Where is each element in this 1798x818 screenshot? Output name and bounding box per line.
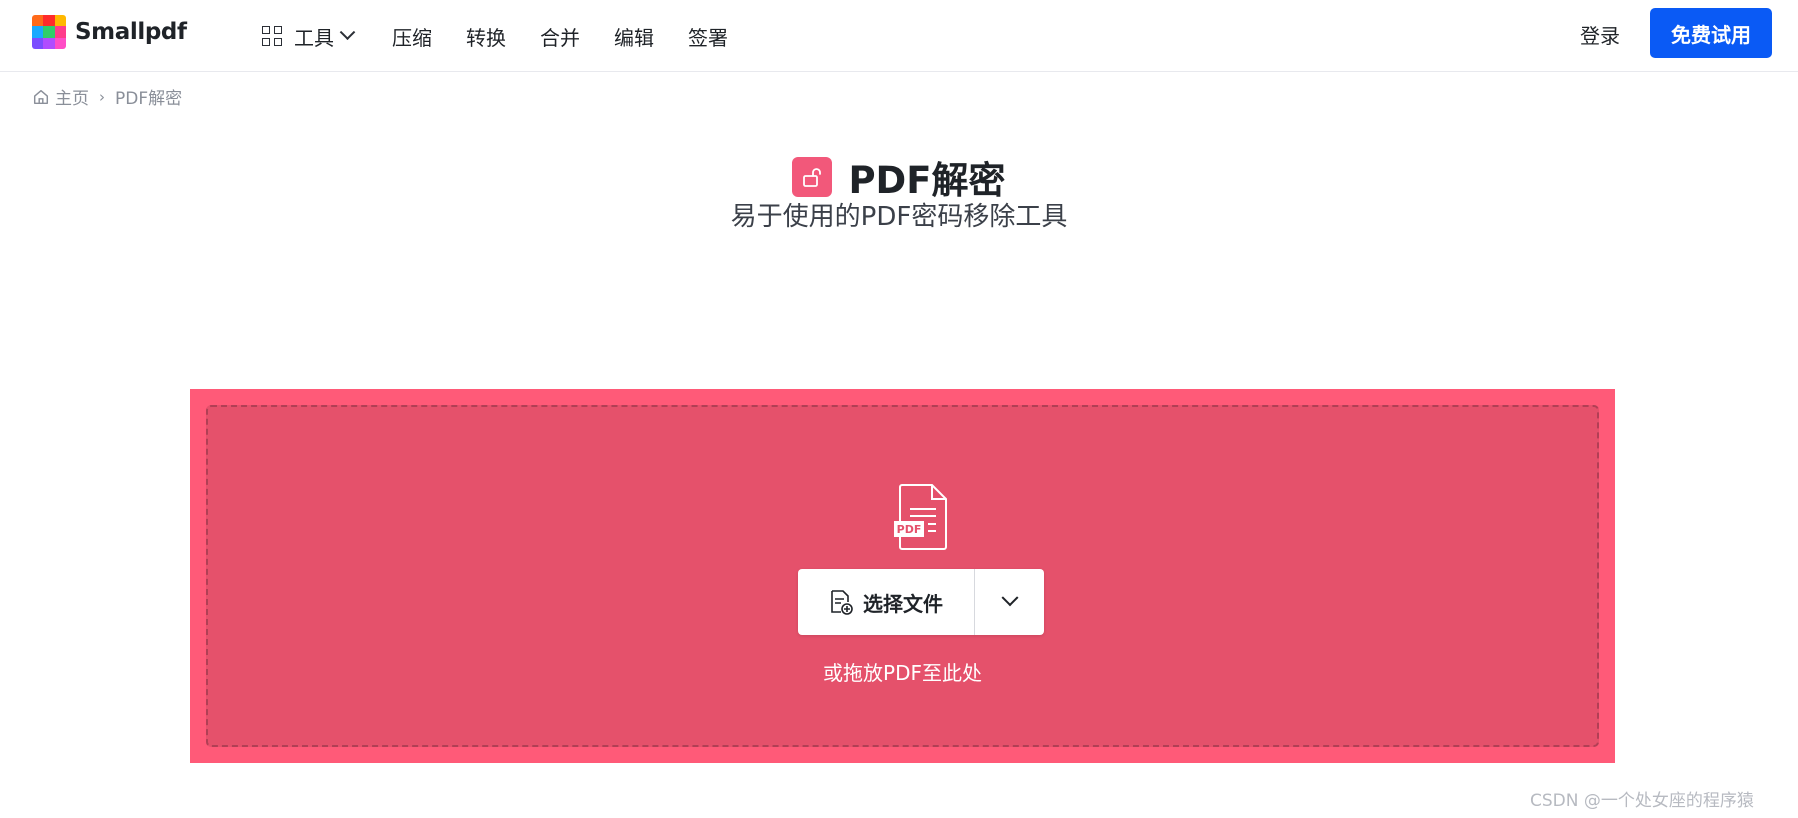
upload-source-dropdown[interactable]	[975, 569, 1044, 635]
nav-link-merge[interactable]: 合并	[540, 22, 580, 51]
nav-link-sign[interactable]: 签署	[688, 22, 728, 51]
nav-tools-menu[interactable]: 工具	[262, 22, 356, 51]
page-subtitle: 易于使用的PDF密码移除工具	[730, 202, 1068, 232]
logo-text: Smallpdf	[75, 19, 187, 45]
choose-file-label: 选择文件	[863, 591, 943, 616]
choose-file-button[interactable]: 选择文件	[798, 569, 975, 635]
add-file-icon	[831, 590, 853, 615]
home-icon	[33, 89, 49, 104]
chevron-down-icon	[1001, 589, 1018, 607]
nav-link-convert[interactable]: 转换	[466, 22, 506, 51]
nav-tools-label: 工具	[294, 25, 334, 50]
breadcrumb-home[interactable]: 主页	[55, 84, 89, 109]
nav-link-compress[interactable]: 压缩	[392, 22, 432, 51]
smallpdf-logo-icon	[32, 15, 66, 49]
drop-hint: 或拖放PDF至此处	[823, 661, 982, 685]
breadcrumb-separator: ›	[99, 87, 105, 106]
grid-icon	[262, 26, 282, 46]
smallpdf-logo[interactable]: Smallpdf	[32, 15, 187, 49]
chevron-down-icon	[339, 23, 356, 40]
unlock-icon	[792, 157, 833, 197]
nav-link-edit[interactable]: 编辑	[614, 22, 654, 51]
choose-file-group: 选择文件	[798, 569, 1044, 635]
breadcrumb: 主页 › PDF解密	[32, 84, 182, 109]
login-link[interactable]: 登录	[1580, 20, 1620, 49]
breadcrumb-current: PDF解密	[115, 89, 183, 109]
top-header: Smallpdf 工具 压缩 转换 合并 编辑 签署 登录 免费试用	[0, 0, 1798, 72]
main-nav: 工具 压缩 转换 合并 编辑 签署	[262, 0, 745, 72]
csdn-watermark: CSDN @一个处女座的程序猿	[1530, 791, 1754, 811]
pdf-file-icon-label: PDF	[897, 523, 922, 536]
free-trial-button[interactable]: 免费试用	[1650, 8, 1772, 58]
file-dropzone[interactable]: PDF 选择文件 或拖放PDF至此处	[190, 389, 1615, 763]
pdf-file-icon: PDF	[894, 484, 947, 550]
dropzone-dashed-area[interactable]: PDF 选择文件 或拖放PDF至此处	[206, 405, 1599, 747]
